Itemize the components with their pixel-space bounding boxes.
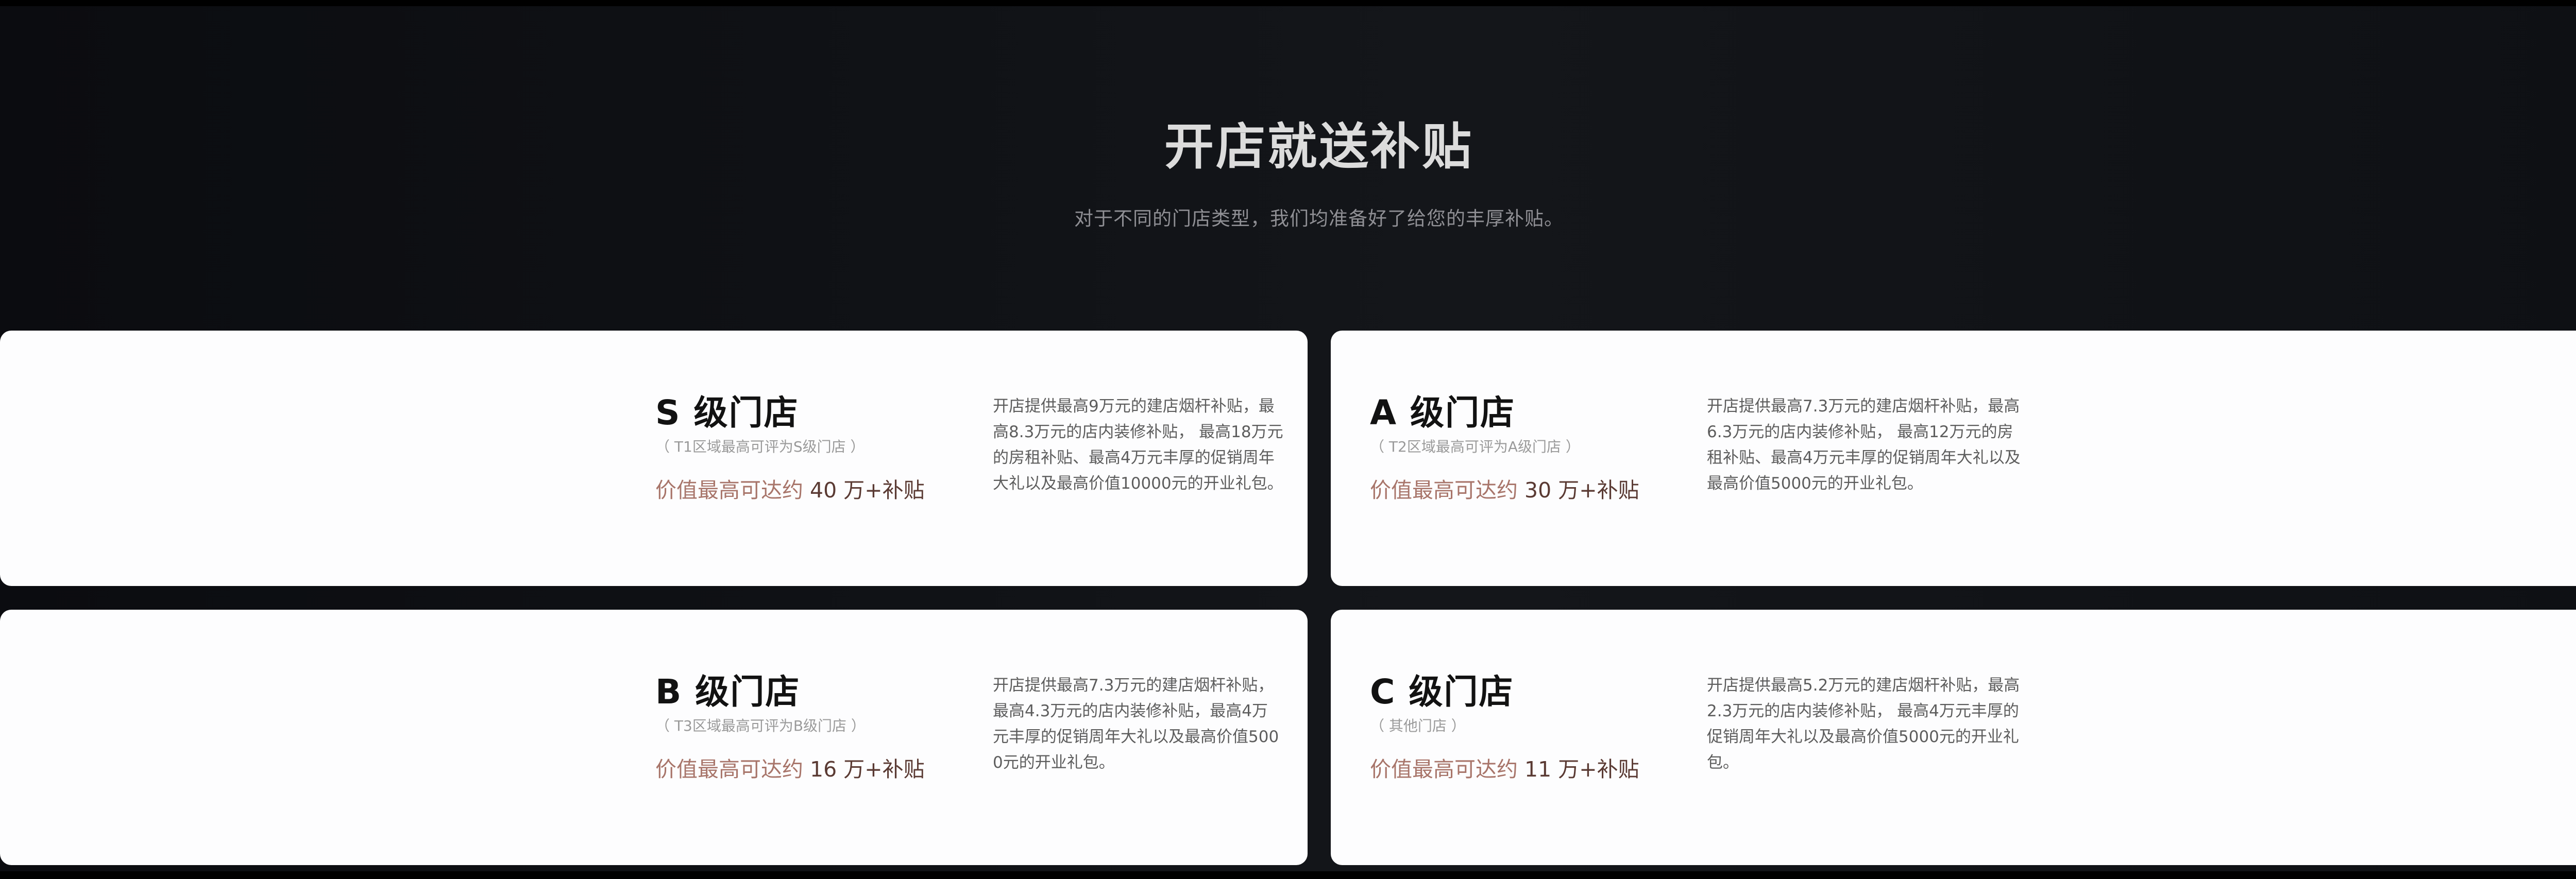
store-card-value-prefix: 价值最高可达约	[655, 478, 803, 503]
store-card-value-amount: 40 万+补贴	[803, 478, 925, 503]
store-card-b: B 级门店 （ T3区域最高可评为B级门店 ） 价值最高可达约 16 万+补贴 …	[0, 610, 1308, 865]
store-card-note: （ T2区域最高可评为A级门店 ）	[1370, 438, 1580, 455]
store-card-s: S 级门店 （ T1区域最高可评为S级门店 ） 价值最高可达约 40 万+补贴 …	[0, 331, 1308, 586]
store-card-summary: S 级门店 （ T1区域最高可评为S级门店 ） 价值最高可达约 40 万+补贴	[655, 391, 925, 504]
store-card-title: C 级门店	[1370, 672, 1514, 712]
store-card-value: 价值最高可达约 11 万+补贴	[1370, 756, 1639, 783]
store-card-a: A 级门店 （ T2区域最高可评为A级门店 ） 价值最高可达约 30 万+补贴 …	[1331, 331, 2576, 586]
store-card-note: （ T3区域最高可评为B级门店 ）	[655, 717, 866, 734]
store-card-summary: B 级门店 （ T3区域最高可评为B级门店 ） 价值最高可达约 16 万+补贴	[655, 670, 925, 783]
store-card-description: 开店提供最高5.2万元的建店烟杆补贴，最高2.3万元的店内装修补贴， 最高4万元…	[1707, 676, 2020, 772]
store-card-value-prefix: 价值最高可达约	[1370, 757, 1518, 782]
hero-subtitle: 对于不同的门店类型，我们均准备好了给您的丰厚补贴。	[1074, 208, 1564, 230]
store-card-title: B 级门店	[655, 672, 801, 712]
store-card-description: 开店提供最高9万元的建店烟杆补贴，最高8.3万元的店内装修补贴， 最高18万元的…	[993, 397, 1283, 493]
hero-section: 开店就送补贴 对于不同的门店类型，我们均准备好了给您的丰厚补贴。 S 级门店 （…	[0, 6, 2576, 871]
store-card-summary: A 级门店 （ T2区域最高可评为A级门店 ） 价值最高可达约 30 万+补贴	[1370, 391, 1639, 504]
store-card-value: 价值最高可达约 40 万+补贴	[655, 477, 925, 504]
store-card-description: 开店提供最高7.3万元的建店烟杆补贴， 最高4.3万元的店内装修补贴，最高4万元…	[993, 676, 1279, 772]
store-card-value-prefix: 价值最高可达约	[655, 757, 803, 782]
store-card-value-prefix: 价值最高可达约	[1370, 478, 1518, 503]
store-card-note: （ T1区域最高可评为S级门店 ）	[655, 438, 865, 455]
store-card-value: 价值最高可达约 30 万+补贴	[1370, 477, 1639, 504]
store-card-description: 开店提供最高7.3万元的建店烟杆补贴，最高6.3万元的店内装修补贴， 最高12万…	[1707, 397, 2021, 493]
store-card-note: （ 其他门店 ）	[1370, 717, 1466, 734]
store-card-c: C 级门店 （ 其他门店 ） 价值最高可达约 11 万+补贴 开店提供最高5.2…	[1331, 610, 2576, 865]
store-card-value-amount: 16 万+补贴	[803, 757, 925, 782]
store-card-title: A 级门店	[1370, 393, 1516, 433]
store-card-value-amount: 30 万+补贴	[1518, 478, 1639, 503]
store-card-value: 价值最高可达约 16 万+补贴	[655, 756, 925, 783]
page: 开店就送补贴 对于不同的门店类型，我们均准备好了给您的丰厚补贴。 S 级门店 （…	[0, 0, 2576, 879]
store-card-title: S 级门店	[655, 393, 799, 433]
store-card-summary: C 级门店 （ 其他门店 ） 价值最高可达约 11 万+补贴	[1370, 670, 1639, 783]
hero-title: 开店就送补贴	[1164, 118, 1473, 176]
store-card-value-amount: 11 万+补贴	[1518, 757, 1639, 782]
